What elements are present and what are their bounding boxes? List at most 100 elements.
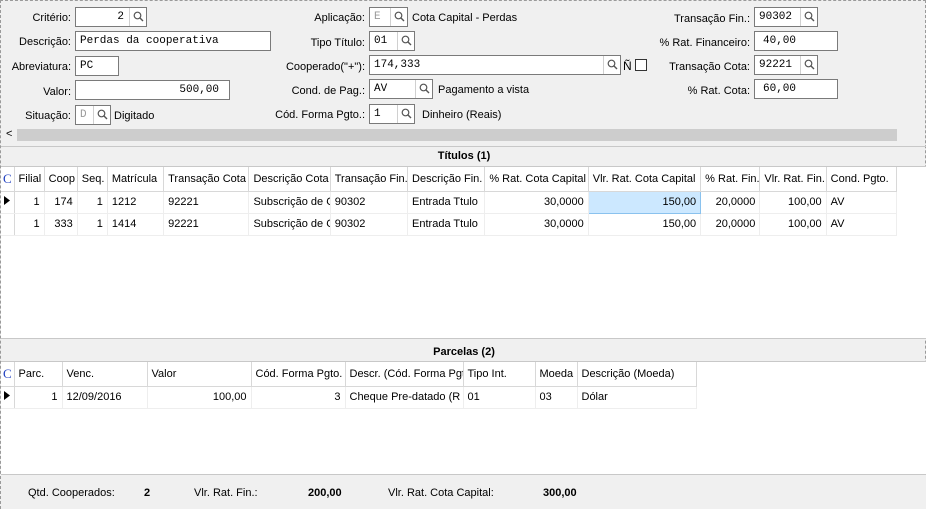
parcelas-section-title: Parcelas (2) <box>433 346 495 358</box>
titulos-cell[interactable]: AV <box>826 213 898 236</box>
parcelas-column-header[interactable]: Tipo Int. <box>463 362 536 387</box>
titulos-column-header[interactable]: Descrição Cota <box>248 167 331 192</box>
aplicacao-search-icon[interactable] <box>390 8 407 26</box>
valor-input[interactable]: 500,00 <box>75 80 230 100</box>
rat-cota-input[interactable]: 60,00 <box>754 79 838 99</box>
titulos-cell[interactable]: 90302 <box>330 191 409 214</box>
titulos-column-header[interactable]: Matrícula <box>107 167 165 192</box>
titulos-cell[interactable]: 92221 <box>163 213 250 236</box>
valor-label: Valor: <box>43 86 71 98</box>
parcelas-column-chooser-icon[interactable]: C <box>1 362 15 387</box>
parcelas-table-row[interactable]: 1 12/09/2016 100,00 3 Cheque Pre-datado (R 01… <box>1 386 697 409</box>
vlr-rat-fin-label: Vlr. Rat. Fin.: <box>194 487 258 499</box>
parcelas-cell[interactable]: Dólar <box>577 386 697 409</box>
current-row-indicator-icon <box>1 191 15 214</box>
scroll-left-arrow-icon[interactable]: < <box>6 128 12 140</box>
titulos-table-row[interactable]: 1 174 1 1212 92221 Subscrição de C 90302 Entrad… <box>1 190 898 214</box>
transacao-cota-search-icon[interactable] <box>800 56 817 74</box>
rat-financeiro-input[interactable]: 40,00 <box>754 31 838 51</box>
criterio-input[interactable]: 2 <box>75 7 147 27</box>
titulos-cell[interactable]: 1 <box>77 191 108 214</box>
tipo-titulo-search-icon[interactable] <box>397 32 414 50</box>
abreviatura-input[interactable]: PC <box>75 56 119 76</box>
titulos-cell[interactable]: 20,0000 <box>700 191 761 214</box>
titulos-cell[interactable]: 174 <box>44 191 78 214</box>
row-indicator <box>1 213 15 236</box>
parcelas-cell[interactable]: 12/09/2016 <box>62 386 148 409</box>
titulos-cell[interactable]: 90302 <box>330 213 409 236</box>
titulos-column-header[interactable]: Descrição Fin. <box>407 167 486 192</box>
titulos-cell[interactable]: 30,0000 <box>484 191 589 214</box>
cooperado-input[interactable]: 174,333 <box>369 55 621 75</box>
titulos-column-header[interactable]: Vlr. Rat. Cota Capital <box>588 167 702 192</box>
titulos-table-row[interactable]: 1 333 1 1414 92221 Subscrição de C 90302 Entrad… <box>1 213 898 236</box>
parcelas-cell[interactable]: 3 <box>251 386 346 409</box>
transacao-cota-input[interactable]: 92221 <box>754 55 818 75</box>
cod-forma-pgto-label: Cód. Forma Pgto.: <box>275 109 365 121</box>
titulos-column-header[interactable]: Seq. <box>77 167 108 192</box>
titulos-table: C Filial Coop Seq. Matrícula Transação Cota De… <box>1 167 898 236</box>
form-horizontal-scrollbar[interactable]: < <box>3 128 923 142</box>
titulos-column-header[interactable]: Transação Cota <box>163 167 250 192</box>
cond-pag-input[interactable]: AV <box>369 79 433 99</box>
descricao-input[interactable]: Perdas da cooperativa <box>75 31 271 51</box>
titulos-column-header[interactable]: Coop <box>44 167 78 192</box>
parcelas-cell[interactable]: 100,00 <box>147 386 252 409</box>
titulos-cell[interactable]: 1 <box>77 213 108 236</box>
titulos-cell[interactable]: 150,00 <box>588 213 702 236</box>
cooperado-search-icon[interactable] <box>603 56 620 74</box>
titulos-column-header[interactable]: Vlr. Rat. Fin. <box>759 167 827 192</box>
criterio-search-icon[interactable] <box>129 8 146 26</box>
titulos-cell[interactable]: 20,0000 <box>700 213 761 236</box>
cond-pag-label: Cond. de Pag.: <box>291 85 365 97</box>
situacao-search-icon[interactable] <box>93 106 110 124</box>
titulos-cell[interactable]: AV <box>826 191 898 214</box>
situacao-input[interactable]: D <box>75 105 111 125</box>
cod-forma-pgto-search-icon[interactable] <box>397 105 414 123</box>
titulos-column-header[interactable]: Transação Fin. <box>330 167 409 192</box>
parcelas-column-header[interactable]: Moeda <box>535 362 578 387</box>
titulos-column-header[interactable]: % Rat. Cota Capital <box>484 167 589 192</box>
parcelas-column-header[interactable]: Descrição (Moeda) <box>577 362 697 387</box>
parcelas-cell[interactable]: 01 <box>463 386 536 409</box>
titulos-cell[interactable]: 92221 <box>163 191 250 214</box>
titulos-column-chooser-icon[interactable]: C <box>1 167 15 192</box>
aplicacao-input[interactable]: E <box>369 7 408 27</box>
tipo-titulo-input[interactable]: 01 <box>369 31 415 51</box>
parcelas-column-header[interactable]: Valor <box>147 362 252 387</box>
titulos-column-header[interactable]: % Rat. Fin. <box>700 167 761 192</box>
titulos-cell[interactable]: 100,00 <box>759 213 827 236</box>
window: Critério: 2 Descrição: Perdas da coopera… <box>0 0 926 509</box>
transacao-fin-search-icon[interactable] <box>800 8 817 26</box>
titulos-cell[interactable]: 1 <box>14 191 45 214</box>
titulos-column-header[interactable]: Filial <box>14 167 45 192</box>
parcelas-cell[interactable]: 03 <box>535 386 578 409</box>
parcelas-column-header[interactable]: Parc. <box>14 362 63 387</box>
cond-pag-search-icon[interactable] <box>415 80 432 98</box>
titulos-cell[interactable]: 1212 <box>107 191 165 214</box>
titulos-cell[interactable]: Subscrição de C <box>248 191 331 214</box>
criterio-label: Critério: <box>32 12 71 24</box>
transacao-fin-label: Transação Fin.: <box>673 13 750 25</box>
titulos-cell[interactable]: Subscrição de C <box>248 213 331 236</box>
parcelas-column-header[interactable]: Venc. <box>62 362 148 387</box>
scroll-thumb[interactable] <box>17 129 897 141</box>
titulos-cell[interactable]: Entrada Ttulo <box>407 213 486 236</box>
transacao-fin-input[interactable]: 90302 <box>754 7 818 27</box>
parcelas-column-header[interactable]: Descr. (Cód. Forma Pgto.) <box>345 362 464 387</box>
qtd-cooperados-value: 2 <box>144 487 151 499</box>
parcelas-column-header[interactable]: Cód. Forma Pgto. <box>251 362 346 387</box>
descricao-label: Descrição: <box>19 36 71 48</box>
titulos-cell[interactable]: 1 <box>14 213 45 236</box>
parcelas-cell[interactable]: Cheque Pre-datado (R <box>345 386 464 409</box>
cod-forma-pgto-input[interactable]: 1 <box>369 104 415 124</box>
titulos-cell[interactable]: 1414 <box>107 213 165 236</box>
titulos-cell[interactable]: Entrada Ttulo <box>407 191 486 214</box>
titulos-cell[interactable]: 333 <box>44 213 78 236</box>
titulos-cell[interactable]: 150,00 <box>587 190 702 214</box>
parcelas-cell[interactable]: 1 <box>14 386 63 409</box>
titulos-cell[interactable]: 100,00 <box>759 191 827 214</box>
totals-footer: Qtd. Cooperados: 2 Vlr. Rat. Fin.: 200,0… <box>1 475 926 509</box>
titulos-column-header[interactable]: Cond. Pgto. <box>826 167 898 192</box>
titulos-cell[interactable]: 30,0000 <box>484 213 589 236</box>
